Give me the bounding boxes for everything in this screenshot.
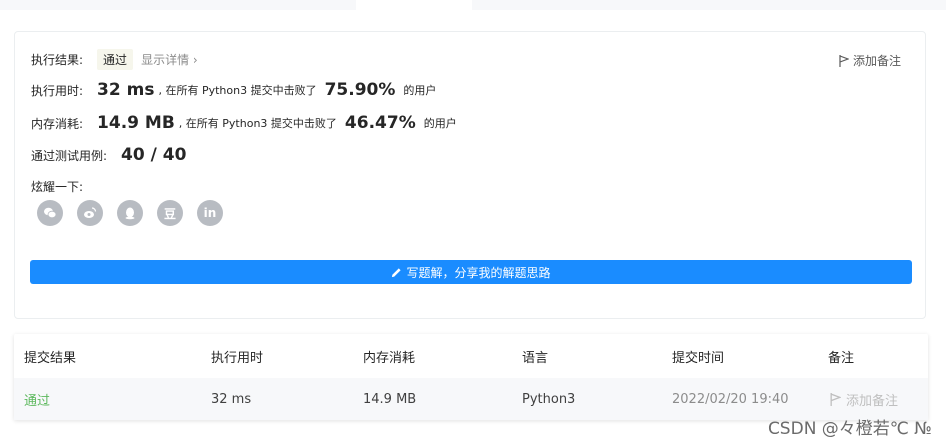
header-language: 语言 (522, 350, 549, 366)
douban-icon: 豆 (163, 206, 176, 221)
memory-value: 14.9 MB (97, 113, 175, 133)
flag-icon (830, 392, 841, 406)
header-runtime: 执行用时 (211, 350, 264, 366)
wechat-icon (44, 207, 57, 219)
runtime-value: 32 ms (97, 80, 155, 100)
pencil-icon (392, 267, 402, 277)
result-row: 执行结果: 通过 显示详情 › (31, 49, 198, 70)
header-submit-time: 提交时间 (672, 350, 725, 366)
add-note-button[interactable]: 添加备注 (839, 52, 901, 69)
runtime-suffix: 的用户 (403, 84, 437, 97)
write-solution-button[interactable]: 写题解，分享我的解题思路 (30, 260, 912, 284)
submission-table: 提交结果 执行用时 内存消耗 语言 提交时间 备注 通过 32 ms 14.9 … (14, 334, 928, 420)
memory-label: 内存消耗: (31, 116, 84, 131)
result-label: 执行结果: (31, 53, 84, 67)
row-memory: 14.9 MB (363, 391, 417, 407)
share-label: 炫耀一下: (31, 180, 84, 194)
status-badge: 通过 (97, 49, 134, 70)
table-header: 提交结果 执行用时 内存消耗 语言 提交时间 备注 (14, 334, 928, 378)
runtime-row: 执行用时: 32 ms , 在所有 Python3 提交中击败了 75.90% … (31, 80, 436, 100)
testcase-label: 通过测试用例: (31, 148, 108, 163)
header-status: 提交结果 (24, 350, 77, 366)
qq-icon (125, 207, 135, 220)
memory-percent: 46.47% (344, 113, 416, 133)
top-tab-bar (0, 0, 946, 10)
row-status-link[interactable]: 通过 (24, 378, 50, 420)
testcase-row: 通过测试用例: 40 / 40 (31, 145, 186, 165)
write-solution-label: 写题解，分享我的解题思路 (406, 265, 551, 280)
show-details-link[interactable]: 显示详情 › (141, 51, 198, 68)
linkedin-icon: in (203, 206, 217, 220)
row-language: Python3 (522, 391, 576, 407)
row-runtime: 32 ms (211, 391, 252, 407)
douban-share-button[interactable]: 豆 (157, 200, 183, 226)
memory-row: 内存消耗: 14.9 MB , 在所有 Python3 提交中击败了 46.47… (31, 113, 457, 133)
flag-icon (839, 54, 849, 67)
weibo-share-button[interactable] (77, 200, 103, 226)
share-label-row: 炫耀一下: (31, 178, 83, 195)
memory-suffix: 的用户 (423, 117, 457, 130)
row-add-note-label: 添加备注 (846, 393, 899, 409)
active-tab[interactable] (356, 0, 472, 10)
add-note-label: 添加备注 (852, 54, 901, 68)
linkedin-share-button[interactable]: in (197, 200, 223, 226)
qq-share-button[interactable] (117, 200, 143, 226)
runtime-label: 执行用时: (31, 83, 84, 98)
header-memory: 内存消耗 (363, 350, 416, 366)
runtime-beat-text: , 在所有 Python3 提交中击败了 (158, 84, 317, 97)
header-note: 备注 (828, 350, 855, 366)
weibo-icon (84, 207, 97, 218)
wechat-share-button[interactable] (37, 200, 63, 226)
runtime-percent: 75.90% (324, 80, 396, 100)
csdn-watermark: CSDN @々橙若℃ № (767, 419, 932, 439)
memory-beat-text: , 在所有 Python3 提交中击败了 (178, 117, 337, 130)
share-buttons: 豆 in (37, 200, 237, 226)
testcase-value: 40 / 40 (121, 145, 187, 165)
submission-result-card: 执行结果: 通过 显示详情 › 添加备注 执行用时: 32 ms , 在所有 P… (14, 31, 926, 319)
